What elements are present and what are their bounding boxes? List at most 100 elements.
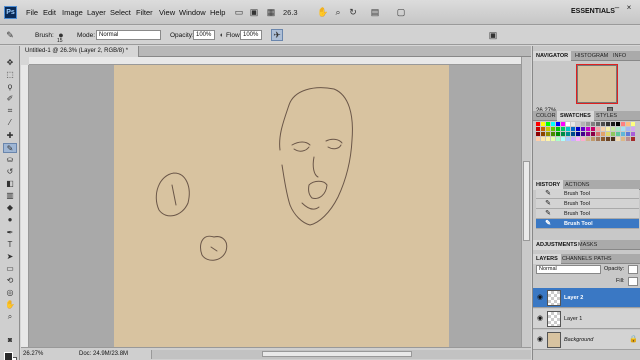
menu-window[interactable]: Window [179,8,206,17]
color-swatch[interactable] [536,122,540,126]
color-swatch[interactable] [546,127,550,131]
color-swatch[interactable] [556,122,560,126]
color-swatch[interactable] [581,132,585,136]
color-swatch[interactable] [601,137,605,141]
hand-tool-icon[interactable]: ✋ [3,300,17,310]
visibility-eye-icon[interactable]: ◉ [536,336,544,344]
color-swatch[interactable] [606,122,610,126]
color-swatch[interactable] [556,137,560,141]
close-icon[interactable]: × [624,3,634,13]
color-swatch[interactable] [551,127,555,131]
color-swatch[interactable] [546,137,550,141]
color-swatch[interactable] [616,122,620,126]
color-swatch[interactable] [631,127,635,131]
color-swatch[interactable] [616,137,620,141]
color-swatch[interactable] [536,132,540,136]
healing-brush-tool-icon[interactable]: ✚ [3,131,17,141]
gradient-tool-icon[interactable]: ▥ [3,191,17,201]
color-swatch[interactable] [611,127,615,131]
color-swatch[interactable] [546,132,550,136]
color-swatch[interactable] [591,122,595,126]
color-swatch[interactable] [546,122,550,126]
color-swatch[interactable] [621,122,625,126]
color-swatch[interactable] [581,127,585,131]
zoom-tool-icon[interactable]: ⌕ [331,6,345,19]
mini-bridge-icon[interactable]: ▣ [247,6,261,19]
color-swatch[interactable] [586,127,590,131]
eraser-tool-icon[interactable]: ◧ [3,179,17,189]
zoom-level[interactable]: 26.3 [283,8,298,17]
layer-row-background[interactable]: ◉ Background 🔒 [533,330,640,350]
color-swatch[interactable] [536,127,540,131]
vertical-scrollbar[interactable] [521,57,531,347]
color-swatch[interactable] [626,132,630,136]
tab-channels[interactable]: CHANNELS [559,254,595,264]
workspace-switcher[interactable]: ESSENTIALS [571,8,615,15]
3d-orbit-tool-icon[interactable]: ◎ [3,288,17,298]
color-swatch[interactable] [556,127,560,131]
color-swatch[interactable] [616,132,620,136]
horizontal-scrollbar[interactable] [151,350,531,359]
color-swatch[interactable] [551,122,555,126]
color-swatch[interactable] [576,127,580,131]
menu-image[interactable]: Image [62,8,83,17]
flow-input[interactable]: 100% [240,30,262,40]
color-swatch[interactable] [591,137,595,141]
marquee-tool-icon[interactable]: ⬚ [3,70,17,80]
color-swatch[interactable] [586,137,590,141]
tab-adjustments[interactable]: ADJUSTMENTS [533,240,581,250]
layer-row-layer-2[interactable]: ◉ Layer 2 [533,288,640,308]
color-swatch[interactable] [561,122,565,126]
opacity-input[interactable]: 100% [193,30,215,40]
color-swatch[interactable] [576,132,580,136]
quick-selection-tool-icon[interactable]: ✐ [3,94,17,104]
color-swatch[interactable] [586,132,590,136]
color-swatch[interactable] [551,132,555,136]
menu-help[interactable]: Help [210,8,225,17]
history-item[interactable]: ✎ Brush Tool [536,199,639,209]
panel-toggle-icon[interactable]: ▣ [487,29,499,41]
blur-tool-icon[interactable]: ◆ [3,203,17,213]
horizontal-scroll-thumb[interactable] [262,351,412,357]
mode-select[interactable]: Normal [96,30,161,40]
color-swatch[interactable] [566,127,570,131]
visibility-eye-icon[interactable]: ◉ [536,315,544,323]
color-swatch[interactable] [561,132,565,136]
color-swatch[interactable] [541,137,545,141]
brush-tool-icon[interactable]: ✎ [3,143,17,153]
airbrush-icon[interactable]: ✈ [271,29,283,41]
bridge-icon[interactable]: ▭ [232,6,246,19]
color-swatch[interactable] [591,132,595,136]
vertical-ruler[interactable] [21,65,29,347]
menu-select[interactable]: Select [110,8,131,17]
layer-row-layer-1[interactable]: ◉ Layer 1 [533,309,640,329]
color-swatch[interactable] [581,137,585,141]
tab-color[interactable]: COLOR [533,111,559,121]
color-swatch[interactable] [561,127,565,131]
quick-mask-icon[interactable]: ◙ [3,336,17,346]
clone-stamp-tool-icon[interactable]: ⛀ [3,155,17,165]
color-swatch[interactable] [576,137,580,141]
vertical-scroll-thumb[interactable] [523,161,530,241]
color-swatch[interactable] [611,122,615,126]
tab-styles[interactable]: STYLES [593,111,620,121]
color-swatch[interactable] [596,127,600,131]
arrange-documents-icon[interactable]: ▤ [368,6,382,19]
foreground-color-swatch[interactable] [4,352,13,360]
lasso-tool-icon[interactable]: ϙ [3,82,17,92]
shape-tool-icon[interactable]: ▭ [3,264,17,274]
color-swatch[interactable] [556,132,560,136]
color-swatch[interactable] [626,137,630,141]
color-swatch[interactable] [571,137,575,141]
color-swatch[interactable] [606,127,610,131]
layer-fill-input[interactable] [628,277,638,286]
color-swatch[interactable] [571,132,575,136]
color-swatch[interactable] [566,132,570,136]
zoom-tool-icon-toolbox[interactable]: ⌕ [3,312,17,322]
tab-masks[interactable]: MASKS [575,240,600,250]
history-item[interactable]: ✎ Brush Tool [536,189,639,199]
tab-swatches[interactable]: SWATCHES [557,111,594,121]
history-item[interactable]: ✎ Brush Tool [536,209,639,219]
color-swatch[interactable] [606,137,610,141]
color-swatch[interactable] [596,122,600,126]
